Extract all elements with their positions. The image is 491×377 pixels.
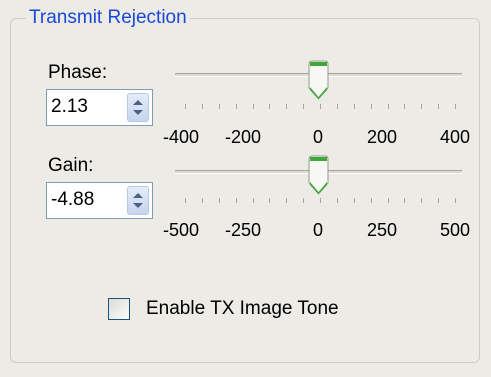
gain-tick-mark	[404, 198, 406, 203]
gain-tick-mark	[252, 198, 254, 203]
gain-tick-mark	[387, 198, 389, 203]
phase-tick-label: 400	[439, 127, 471, 147]
phase-tick-mark	[455, 104, 456, 109]
group-title: Transmit Rejection	[26, 6, 190, 30]
gain-tick-mark	[269, 198, 271, 203]
phase-tick-mark	[404, 104, 406, 109]
gain-slider-thumb-icon[interactable]	[307, 155, 330, 202]
phase-spin-input[interactable]: 2.13	[46, 89, 153, 126]
phase-tick-mark	[218, 104, 220, 109]
enable-tx-image-tone-label[interactable]: Enable TX Image Tone	[146, 298, 339, 320]
phase-tick-mark	[252, 104, 254, 109]
phase-tick-mark	[387, 104, 389, 109]
phase-tick-mark	[320, 104, 321, 109]
phase-spin-arrows-icon[interactable]	[127, 93, 149, 122]
gain-spin-input[interactable]: -4.88	[46, 182, 153, 219]
gain-spin-arrows-icon[interactable]	[127, 186, 149, 215]
phase-tick-mark	[235, 104, 237, 109]
gain-tick-label: 0	[312, 220, 323, 240]
enable-tx-image-tone-checkbox[interactable]	[108, 298, 130, 320]
phase-tick-mark	[286, 104, 288, 109]
phase-tick-mark	[201, 104, 203, 109]
phase-tick-mark	[185, 104, 186, 109]
phase-tick-mark	[353, 104, 355, 109]
gain-tick-mark	[455, 198, 456, 203]
gain-tick-mark	[286, 198, 288, 203]
gain-label: Gain:	[48, 155, 94, 176]
phase-tick-mark	[370, 104, 372, 109]
gain-tick-mark	[353, 198, 355, 203]
phase-tick-label: -400	[162, 127, 200, 147]
gain-tick-mark	[201, 198, 203, 203]
gain-tick-mark	[185, 198, 186, 203]
gain-tick-mark	[421, 198, 423, 203]
phase-tick-mark	[269, 104, 271, 109]
gain-value: -4.88	[51, 189, 95, 210]
phase-value: 2.13	[51, 96, 88, 117]
phase-tick-mark	[303, 104, 305, 109]
gain-tick-mark	[336, 198, 338, 203]
gain-tick-mark	[370, 198, 372, 203]
phase-tick-label: -200	[224, 127, 262, 147]
phase-tick-label: 200	[366, 127, 398, 147]
phase-tick-mark	[438, 104, 440, 109]
gain-tick-label: 250	[366, 220, 398, 240]
phase-tick-mark	[421, 104, 423, 109]
phase-slider-thumb-icon[interactable]	[307, 60, 330, 107]
phase-label: Phase:	[48, 62, 108, 83]
gain-tick-mark	[438, 198, 440, 203]
gain-tick-mark	[218, 198, 220, 203]
gain-tick-label: -500	[162, 220, 200, 240]
gain-tick-mark	[320, 198, 321, 203]
gain-tick-label: -250	[224, 220, 262, 240]
phase-tick-mark	[336, 104, 338, 109]
phase-tick-label: 0	[312, 127, 323, 147]
gain-tick-mark	[235, 198, 237, 203]
gain-tick-mark	[303, 198, 305, 203]
gain-tick-label: 500	[439, 220, 471, 240]
